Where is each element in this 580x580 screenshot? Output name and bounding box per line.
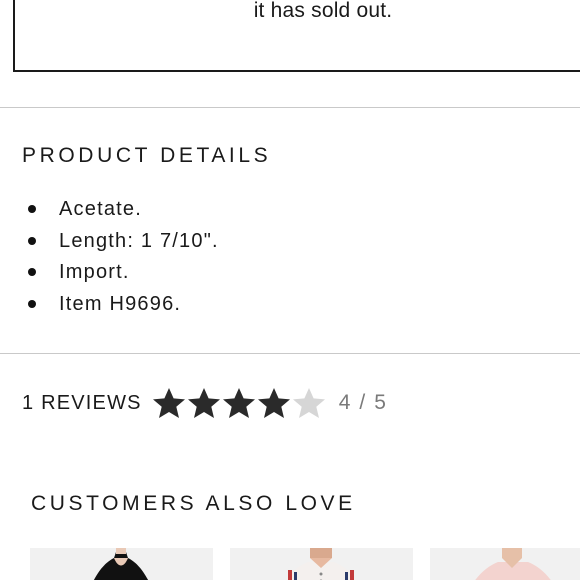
detail-item-text: Import.: [59, 261, 130, 283]
star-filled-icon: [222, 388, 255, 418]
star-filled-icon: [187, 388, 220, 418]
bullet-icon: [28, 268, 36, 276]
customers-also-love-heading: CUSTOMERS ALSO LOVE: [31, 492, 356, 515]
reviews-summary[interactable]: 1 REVIEWS 4 / 5: [22, 386, 388, 420]
section-divider: [0, 353, 580, 354]
detail-item-text: Length: 1 7/10".: [59, 229, 219, 252]
detail-item: Length: 1 7/10".: [22, 227, 219, 259]
product-thumbnail[interactable]: [430, 548, 580, 580]
section-divider: [0, 107, 580, 108]
model-striped-jacket-image: [230, 548, 413, 580]
product-page: it has sold out. PRODUCT DETAILS Acetate…: [0, 0, 580, 580]
rating-text: 4 / 5: [338, 391, 388, 414]
product-thumbnail[interactable]: [230, 548, 413, 580]
bullet-icon: [28, 299, 36, 308]
product-details-heading: PRODUCT DETAILS: [22, 144, 272, 167]
reviews-count-link[interactable]: 1 REVIEWS: [22, 392, 142, 415]
detail-item-text: Acetate.: [59, 198, 142, 220]
product-details-list: Acetate. Length: 1 7/10". Import. Item H…: [22, 195, 219, 321]
star-filled-icon: [257, 388, 290, 418]
detail-item-text: Item H9696.: [59, 292, 182, 315]
sold-out-text: it has sold out.: [253, 0, 393, 22]
model-black-top-image: [30, 548, 213, 580]
bullet-icon: [28, 236, 36, 245]
detail-item: Acetate.: [22, 195, 219, 227]
detail-item: Item H9696.: [22, 290, 219, 322]
product-thumbnail[interactable]: [30, 548, 213, 580]
star-rating: [152, 387, 327, 419]
bullet-icon: [28, 205, 36, 213]
star-filled-icon: [152, 388, 185, 418]
detail-item: Import.: [22, 258, 219, 290]
star-empty-icon: [292, 388, 325, 418]
model-pink-top-image: [430, 548, 580, 580]
